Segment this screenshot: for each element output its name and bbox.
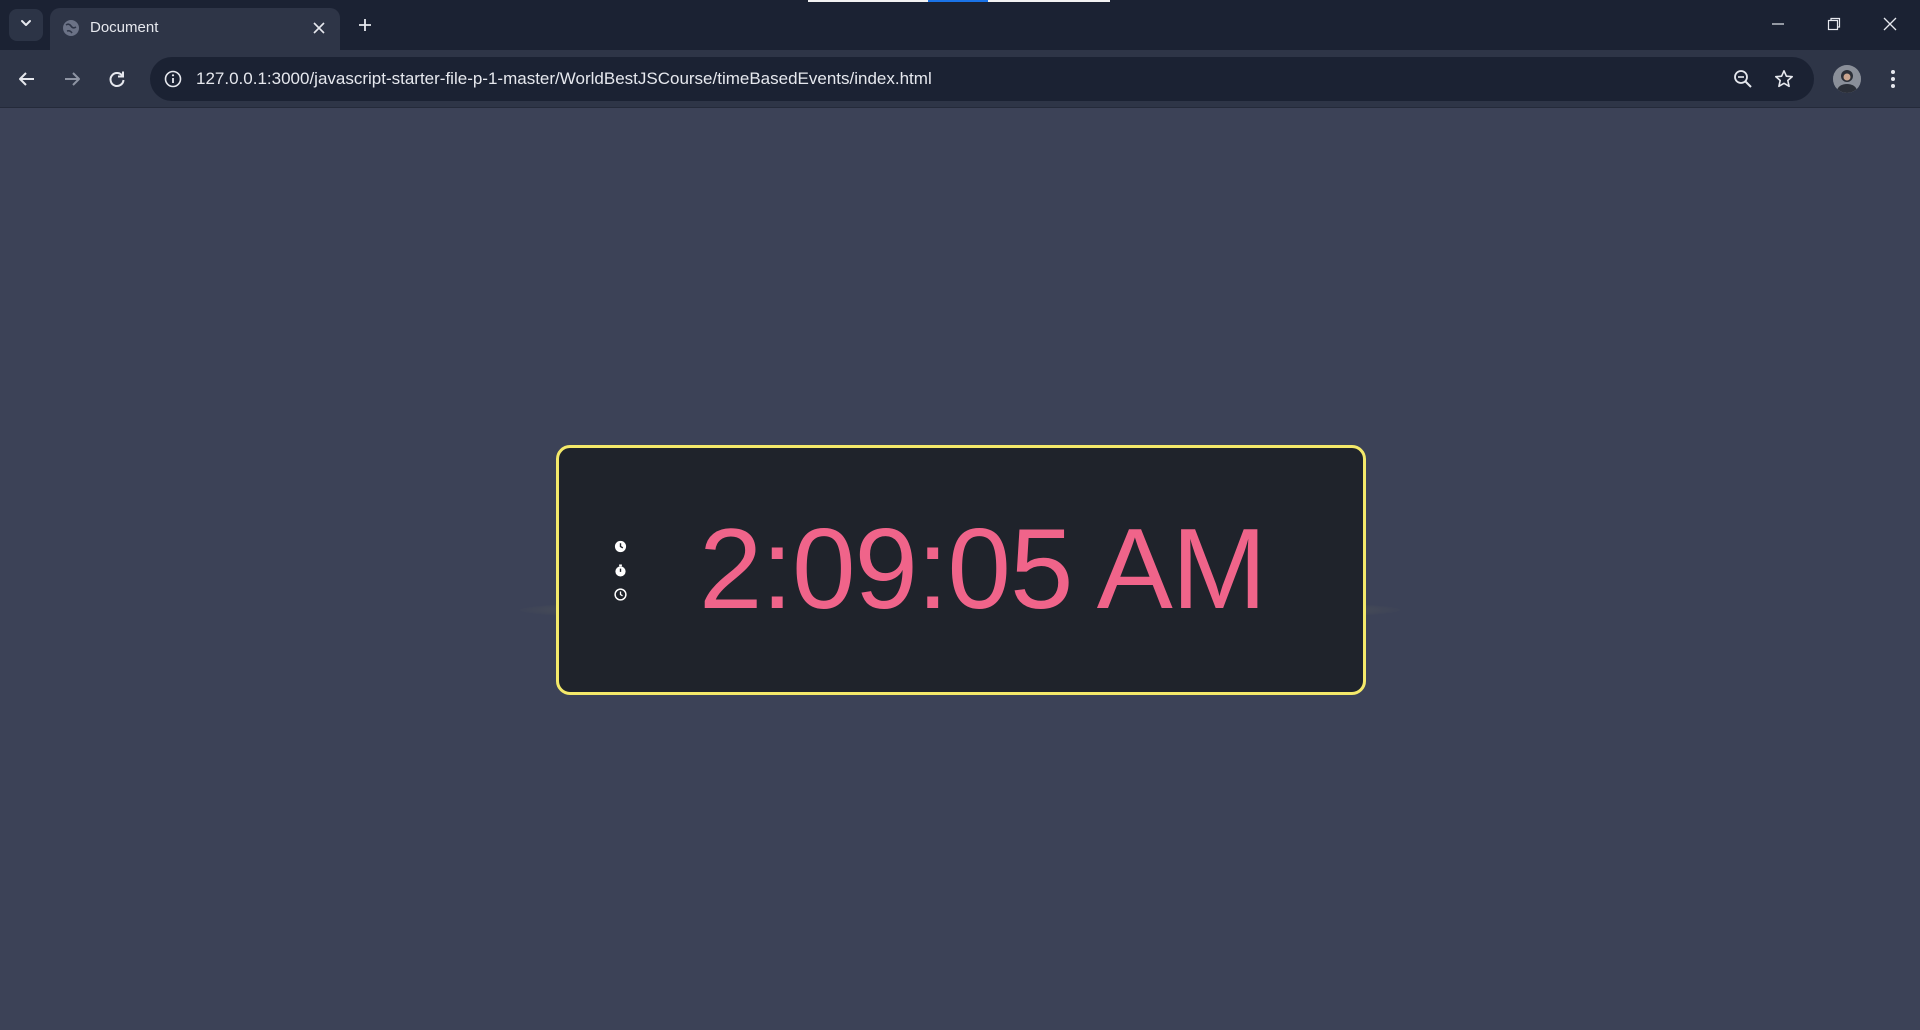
tab-document[interactable]: Document [50, 8, 340, 50]
url-text[interactable]: 127.0.0.1:3000/javascript-starter-file-p… [196, 69, 932, 89]
browser-menu-button[interactable] [1878, 62, 1908, 96]
chevron-down-icon [19, 16, 33, 35]
site-info-button[interactable] [160, 66, 186, 92]
tab-search-button[interactable] [9, 9, 43, 41]
back-button[interactable] [10, 62, 44, 96]
kebab-menu-icon [1891, 70, 1895, 88]
close-icon [1883, 17, 1897, 31]
globe-icon [62, 19, 80, 37]
new-tab-button[interactable] [352, 12, 378, 38]
tab-strip-indicator-active [928, 0, 988, 2]
clock-time-display: 2:09:05 AM [699, 506, 1267, 633]
tab-title: Document [90, 19, 159, 36]
timer-icon[interactable] [613, 587, 627, 601]
close-icon [313, 22, 325, 34]
bookmark-button[interactable] [1771, 66, 1797, 92]
minimize-button[interactable] [1750, 0, 1806, 48]
tab-strip-indicator [808, 0, 928, 2]
browser-toolbar: 127.0.0.1:3000/javascript-starter-file-p… [0, 50, 1920, 108]
plus-icon [359, 19, 371, 31]
digital-clock: 2:09:05 AM [556, 445, 1366, 695]
minimize-icon [1772, 23, 1784, 25]
arrow-right-icon [65, 72, 80, 86]
star-icon [1775, 70, 1793, 88]
restore-button[interactable] [1806, 0, 1862, 48]
restore-icon [1827, 17, 1841, 31]
stopwatch-icon[interactable] [613, 563, 627, 577]
zoom-button[interactable] [1730, 66, 1756, 92]
tab-strip-indicator [988, 0, 1110, 2]
close-tab-button[interactable] [308, 17, 330, 39]
info-icon [164, 70, 182, 88]
forward-button[interactable] [55, 62, 89, 96]
address-bar[interactable]: 127.0.0.1:3000/javascript-starter-file-p… [150, 57, 1814, 101]
reload-icon [109, 71, 125, 87]
reload-button[interactable] [100, 62, 134, 96]
avatar[interactable] [1833, 65, 1861, 93]
arrow-left-icon [19, 72, 34, 86]
clock-icon[interactable] [613, 539, 627, 553]
close-window-button[interactable] [1862, 0, 1918, 48]
tab-strip: Document [0, 0, 1920, 50]
zoom-out-icon [1734, 70, 1752, 88]
clock-mode-icons [613, 539, 629, 601]
